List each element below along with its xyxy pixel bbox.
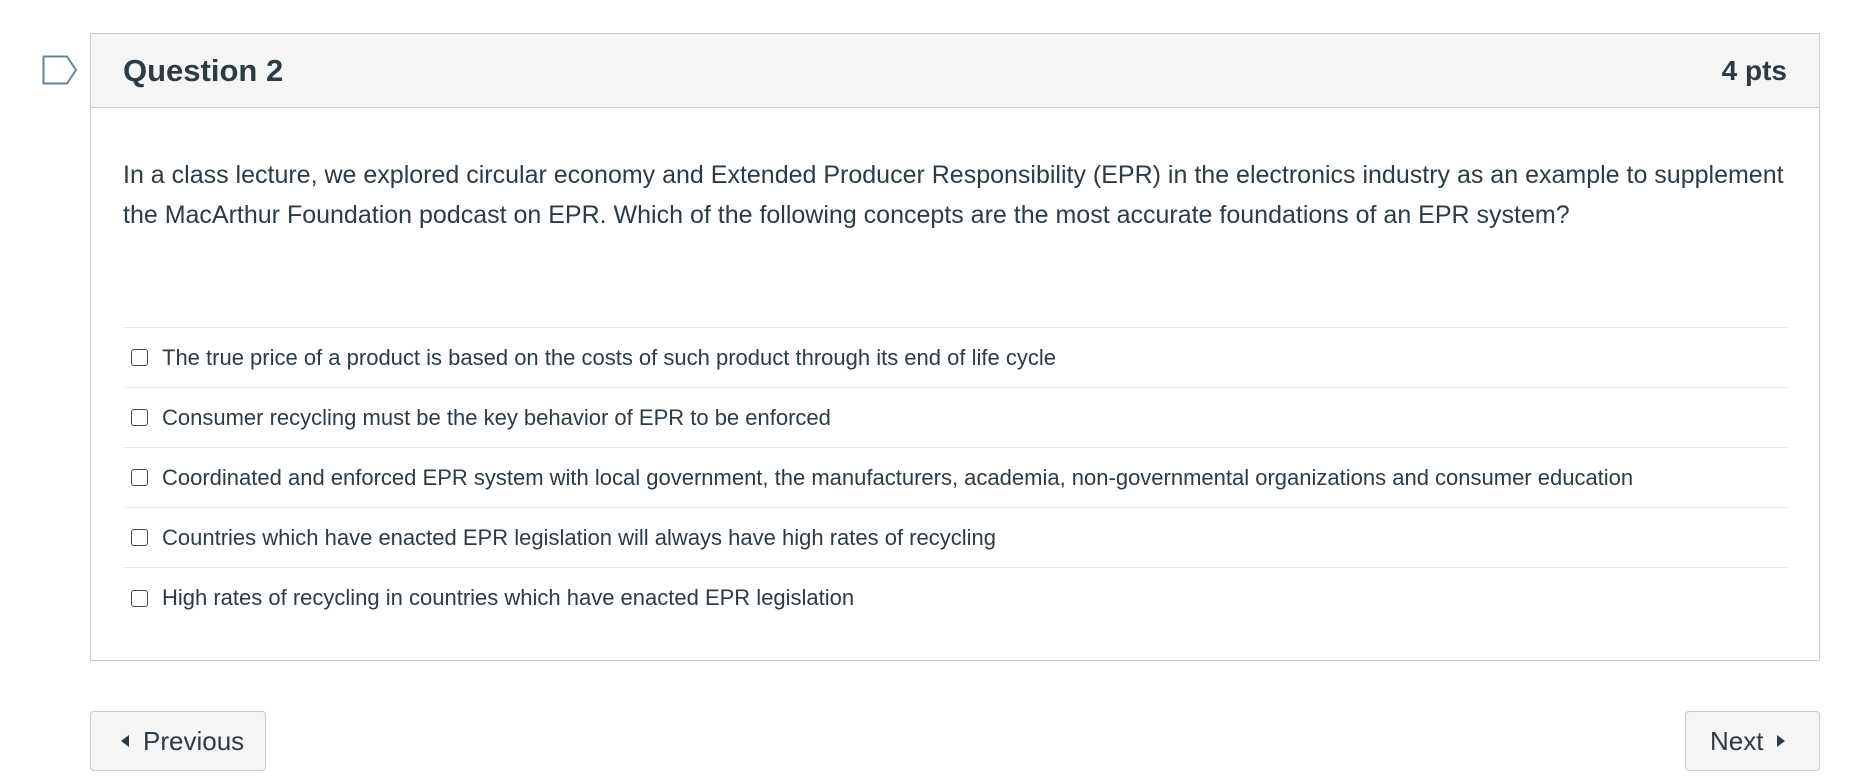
next-button[interactable]: Next	[1685, 711, 1820, 771]
question-header: Question 2 4 pts	[91, 34, 1819, 108]
answer-option[interactable]: High rates of recycling in countries whi…	[123, 568, 1787, 628]
answer-list: The true price of a product is based on …	[123, 327, 1787, 628]
flag-question-icon[interactable]	[42, 55, 78, 85]
answer-checkbox[interactable]	[131, 349, 148, 366]
answer-label: High rates of recycling in countries whi…	[162, 585, 855, 610]
answer-label: Countries which have enacted EPR legisla…	[162, 524, 996, 550]
question-body: In a class lecture, we explored circular…	[91, 155, 1819, 628]
question-title: Question 2	[123, 52, 284, 88]
answer-option[interactable]: Countries which have enacted EPR legisla…	[123, 508, 1787, 568]
answer-option[interactable]: The true price of a product is based on …	[123, 328, 1787, 388]
answer-checkbox[interactable]	[131, 469, 148, 486]
previous-button-label: Previous	[143, 725, 245, 756]
answer-label: The true price of a product is based on …	[162, 344, 1056, 370]
previous-button[interactable]: Previous	[90, 711, 266, 771]
caret-right-icon	[1777, 735, 1786, 747]
next-button-label: Next	[1710, 725, 1764, 756]
answer-option[interactable]: Consumer recycling must be the key behav…	[123, 388, 1787, 448]
answer-option[interactable]: Coordinated and enforced EPR system with…	[123, 448, 1787, 508]
question-text: In a class lecture, we explored circular…	[123, 161, 1784, 229]
answer-checkbox[interactable]	[131, 409, 148, 426]
answer-label: Coordinated and enforced EPR system with…	[162, 464, 1634, 490]
caret-left-icon	[121, 735, 129, 747]
answer-checkbox[interactable]	[131, 529, 148, 546]
question-card: Question 2 4 pts In a class lecture, we …	[90, 33, 1820, 661]
question-points: 4 pts	[1721, 54, 1787, 86]
answer-label: Consumer recycling must be the key behav…	[162, 404, 831, 430]
answer-checkbox[interactable]	[131, 589, 148, 607]
